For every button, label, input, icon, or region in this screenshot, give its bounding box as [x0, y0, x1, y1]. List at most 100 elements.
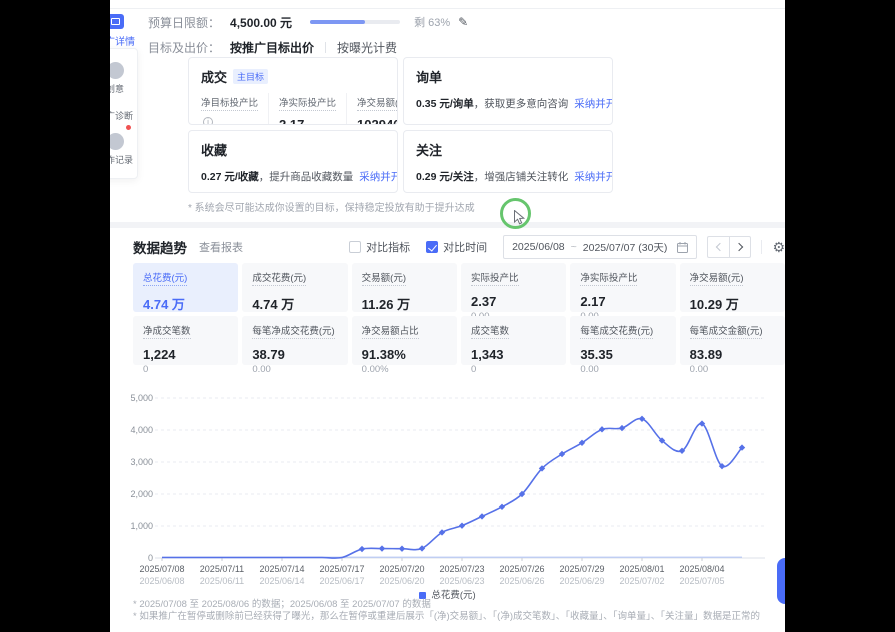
- budget-progress-bar[interactable]: [310, 20, 400, 24]
- sidebar-item-label: 创意: [110, 82, 137, 95]
- sidebar-item-history[interactable]: 操作记录: [110, 128, 137, 172]
- chart-footnote-2: * 如果推广在暂停或删除前已经获得了曝光，那么在暂停或重建后展示「(净)交易额」…: [133, 608, 760, 622]
- metric-tile[interactable]: 净实际投产比2.170.00: [570, 263, 675, 312]
- metric-value: 4.74 万: [252, 294, 337, 313]
- budget-remaining: 剩 63%: [414, 14, 450, 30]
- info-icon[interactable]: i: [203, 117, 213, 125]
- metric-value: 11.26 万: [362, 294, 447, 313]
- tab-bid-by-goal[interactable]: 按推广目标出价: [230, 39, 314, 56]
- metric-label: 总花费(元): [143, 270, 187, 286]
- metric-tile[interactable]: 净交易额占比91.38%0.00%: [352, 316, 457, 365]
- adopt-enable-link[interactable]: 采纳并开启: [574, 98, 613, 110]
- metric-tile[interactable]: 净交易额(元)10.29 万0.00: [680, 263, 785, 312]
- detail-icon: [110, 14, 124, 29]
- goal-stat: 净目标投产比i2.45✎: [201, 93, 269, 125]
- svg-text:2025/07/08: 2025/07/08: [139, 564, 184, 574]
- goal-stat-value: 2.17: [279, 117, 336, 125]
- data-point-marker: [419, 545, 425, 551]
- metric-value: 4.74 万: [143, 294, 228, 313]
- metric-value: 1,343: [471, 347, 556, 362]
- metric-label: 净实际投产比: [580, 270, 637, 286]
- adopt-enable-link[interactable]: 采纳并开启: [359, 171, 398, 183]
- svg-text:2025/06/08: 2025/06/08: [139, 576, 184, 586]
- compare-time-checkbox[interactable]: 对比时间: [426, 239, 487, 255]
- metric-tile[interactable]: 实际投产比2.370.00: [461, 263, 566, 312]
- compare-metric-checkbox[interactable]: 对比指标: [349, 239, 410, 255]
- tab-bid-by-exposure[interactable]: 按曝光计费: [337, 39, 397, 56]
- metric-label: 每笔成交金额(元): [690, 323, 763, 339]
- date-start: 2025/06/08: [512, 241, 565, 253]
- metric-compare-value: 0.00%: [362, 364, 447, 375]
- svg-text:2025/06/23: 2025/06/23: [439, 576, 484, 586]
- desc-text: ，提升商品收藏数量: [259, 171, 354, 183]
- metric-tile[interactable]: 交易额(元)11.26 万0.00: [352, 263, 457, 312]
- metric-value: 1,224: [143, 347, 228, 362]
- goal-card-收藏: 收藏0.27 元/收藏，提升商品收藏数量采纳并开启: [188, 130, 398, 193]
- metric-label: 交易额(元): [362, 270, 406, 286]
- desc-text: ，获取更多意向咨询: [474, 98, 569, 110]
- budget-edit-icon[interactable]: ✎: [458, 15, 468, 29]
- gear-icon[interactable]: ⚙: [772, 239, 785, 256]
- metric-tile[interactable]: 总花费(元)4.74 万0.00: [133, 263, 238, 312]
- goal-card-title: 收藏: [201, 140, 227, 159]
- date-end: 2025/07/07 (30天): [583, 240, 668, 255]
- svg-text:2025/07/23: 2025/07/23: [439, 564, 484, 574]
- metric-label: 成交花费(元): [252, 270, 306, 286]
- sidebar-item-promotion-detail[interactable]: 推广详情: [110, 14, 138, 48]
- prev-period-button[interactable]: [707, 236, 729, 258]
- budget-value: 4,500.00 元: [230, 14, 292, 31]
- metric-tile[interactable]: 每笔成交花费(元)35.350.00: [570, 316, 675, 365]
- goal-card-primary: 成交主目标 净目标投产比i2.45✎净实际投产比2.17净交易额(元)10294…: [188, 57, 398, 125]
- view-report-link[interactable]: 查看报表: [199, 239, 243, 255]
- metric-label: 净交易额占比: [362, 323, 419, 339]
- metric-value: 83.89: [690, 347, 775, 362]
- metric-tile[interactable]: 每笔净成交花费(元)38.790.00: [242, 316, 347, 365]
- adopt-enable-link[interactable]: 采纳并开启: [574, 171, 613, 183]
- toolbar-divider: [761, 240, 762, 254]
- next-period-button[interactable]: [729, 236, 751, 258]
- goal-stat: 净实际投产比2.17: [279, 93, 347, 125]
- goal-card-title: 成交: [201, 67, 227, 86]
- svg-text:0: 0: [148, 553, 153, 563]
- goal-card-关注: 关注0.29 元/关注，增强店铺关注转化采纳并开启: [403, 130, 613, 193]
- svg-text:5,000: 5,000: [130, 393, 153, 403]
- metric-label: 净成交笔数: [143, 323, 191, 339]
- goal-card-desc: 0.29 元/关注，增强店铺关注转化采纳并开启: [416, 169, 600, 184]
- checkbox-icon: [349, 241, 361, 253]
- sidebar-item-diagnosis[interactable]: 推广诊断: [110, 101, 137, 128]
- metric-tile[interactable]: 成交花费(元)4.74 万0.00: [242, 263, 347, 312]
- svg-text:2025/07/02: 2025/07/02: [619, 576, 664, 586]
- svg-text:2025/07/17: 2025/07/17: [319, 564, 364, 574]
- goal-stat-label: 净交易额(元): [357, 98, 398, 111]
- metric-compare-value: 0.00: [690, 364, 775, 375]
- trend-header: 数据趋势 查看报表 对比指标 对比时间 2025/06/08 ~ 2025/07…: [133, 234, 785, 260]
- desc-text: ，增强店铺关注转化: [474, 171, 569, 183]
- metric-label: 成交笔数: [471, 323, 509, 339]
- history-icon: [110, 133, 124, 150]
- metric-compare-value: 0.00: [252, 364, 337, 375]
- metric-value: 35.35: [580, 347, 665, 362]
- svg-text:2025/07/26: 2025/07/26: [499, 564, 544, 574]
- svg-text:2025/07/11: 2025/07/11: [200, 564, 244, 574]
- svg-text:2025/06/11: 2025/06/11: [200, 576, 244, 586]
- svg-text:2025/06/17: 2025/06/17: [319, 576, 364, 586]
- metric-tile[interactable]: 净成交笔数1,2240: [133, 316, 238, 365]
- data-point-marker: [399, 546, 405, 552]
- goal-footnote: * 系统会尽可能达成你设置的目标，保持稳定投放有助于提升达成: [188, 199, 475, 214]
- metric-tile[interactable]: 成交笔数1,3430: [461, 316, 566, 365]
- floating-side-button[interactable]: [777, 558, 785, 604]
- mouse-cursor-icon: [514, 210, 526, 225]
- metric-compare-value: 0: [471, 364, 556, 375]
- chevron-left-icon: [716, 243, 724, 251]
- sidebar-item-creative[interactable]: 创意: [110, 57, 137, 101]
- metric-label: 每笔成交花费(元): [580, 323, 653, 339]
- metric-value: 2.17: [580, 294, 665, 309]
- data-point-marker: [599, 426, 605, 432]
- date-range-picker[interactable]: 2025/06/08 ~ 2025/07/07 (30天): [503, 235, 697, 259]
- svg-text:3,000: 3,000: [130, 457, 153, 467]
- goal-stat: 净交易额(元)102946.60: [357, 93, 398, 125]
- goal-stat-label-row: 净目标投产比i: [201, 93, 258, 125]
- calendar-icon: [677, 242, 688, 253]
- metric-tile[interactable]: 每笔成交金额(元)83.890.00: [680, 316, 785, 365]
- metric-value: 10.29 万: [690, 294, 775, 313]
